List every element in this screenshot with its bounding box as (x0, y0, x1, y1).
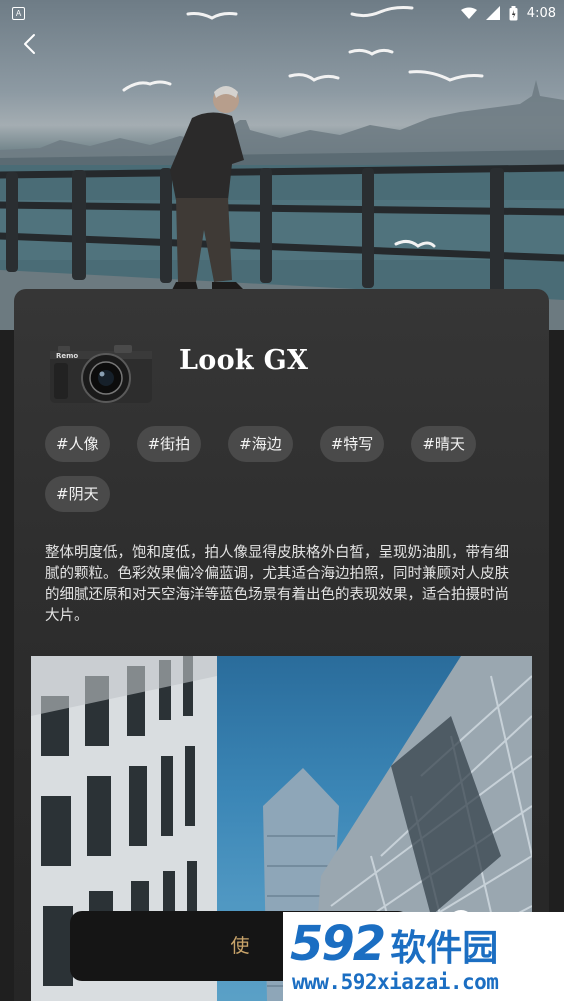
site-watermark: 592 软件园 www.592xiazai.com (283, 912, 564, 1001)
look-detail-card: Remo Look GX #人像 #街拍 #海边 #特写 #晴天 #阴天 整体明… (14, 289, 549, 1001)
watermark-number: 592 (290, 916, 386, 972)
watermark-url: www.592xiazai.com (292, 970, 499, 994)
wifi-icon (460, 7, 477, 19)
hero-photo: A 4:08 (0, 0, 564, 330)
camera-brand-text: Remo (56, 352, 78, 360)
look-title: Look GX (179, 345, 309, 376)
look-description: 整体明度低，饱和度低，拍人像显得皮肤格外白皙，呈现奶油肌，带有细腻的颗粒。色彩效… (45, 545, 509, 624)
tag-sunny[interactable]: #晴天 (411, 426, 476, 462)
watermark-name: 软件园 (390, 928, 499, 969)
tag-portrait[interactable]: #人像 (45, 426, 110, 462)
status-time: 4:08 (526, 5, 556, 21)
chevron-left-icon (24, 34, 35, 54)
back-button[interactable] (14, 28, 46, 60)
tag-cloudy[interactable]: #阴天 (45, 476, 110, 512)
signal-icon (485, 6, 500, 20)
notification-icon: A (12, 6, 25, 20)
tag-seaside[interactable]: #海边 (228, 426, 293, 462)
tag-street[interactable]: #街拍 (136, 426, 202, 462)
seaside-scene (0, 6, 564, 330)
camera-thumbnail: Remo (50, 345, 152, 403)
battery-icon (509, 5, 518, 20)
status-bar: A 4:08 (0, 0, 564, 26)
tag-closeup[interactable]: #特写 (319, 426, 385, 462)
tag-list: #人像 #街拍 #海边 #特写 #晴天 #阴天 (45, 426, 525, 512)
